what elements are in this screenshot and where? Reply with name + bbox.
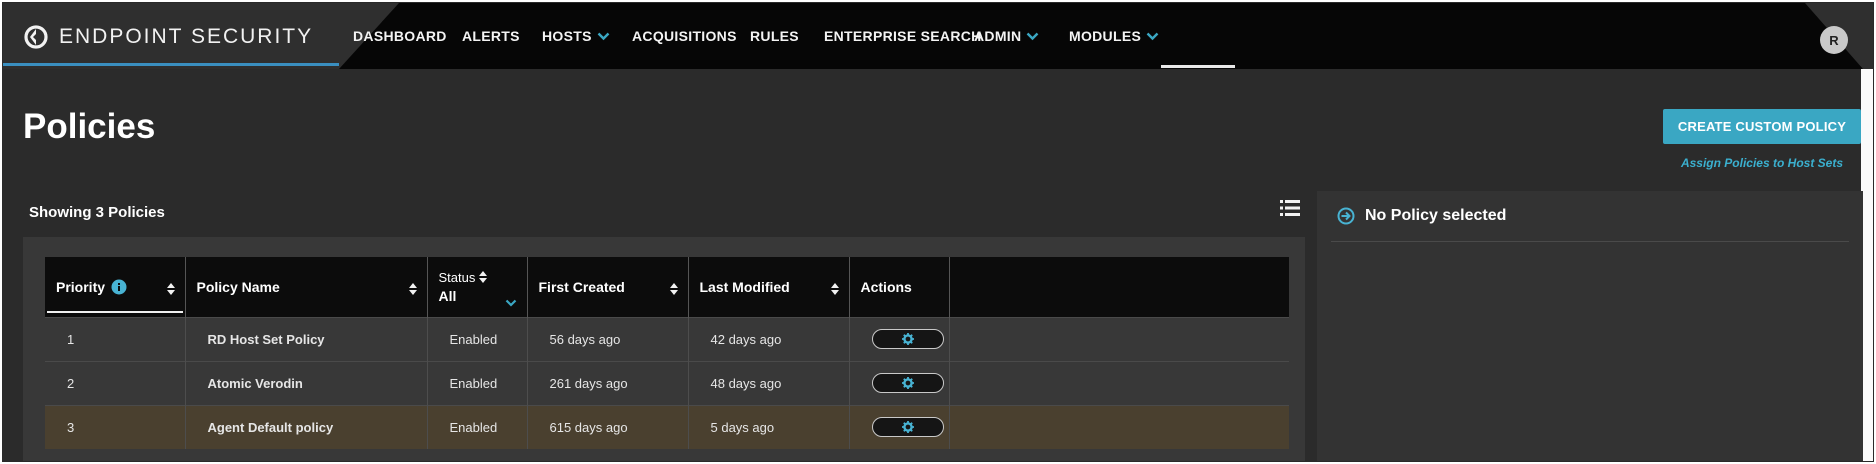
row-last-modified: 5 days ago [688,404,850,449]
row-actions-cell [849,404,950,449]
gear-icon [901,377,914,389]
policies-table-panel: Priority Policy Name Status All First Cr… [23,237,1305,461]
endpoint-logo-icon [24,25,48,49]
nav-active-indicator [1161,65,1235,68]
row-actions-button[interactable] [871,417,944,438]
row-policy-name-link[interactable]: Agent Default policy [185,404,428,449]
row-actions-button[interactable] [871,373,944,393]
row-first-created: 56 days ago [527,316,689,361]
brand[interactable]: ENDPOINT SECURITY [23,23,313,51]
last-modified-header-label: Last Modified [699,278,790,295]
top-navbar: ENDPOINT SECURITY DASHBOARD ALERTS HOSTS… [3,3,1873,69]
nav-dashboard[interactable]: DASHBOARD [353,28,447,44]
row-spacer [949,360,1289,405]
app-frame: ENDPOINT SECURITY DASHBOARD ALERTS HOSTS… [2,2,1874,462]
sort-icon[interactable] [830,283,839,295]
list-view-icon[interactable] [1280,199,1300,217]
detail-heading: No Policy selected [1337,207,1506,225]
column-header-policy-name[interactable]: Policy Name [185,257,428,317]
row-actions-button[interactable] [871,329,944,349]
arrow-circle-right-icon [1337,207,1355,225]
nav-alerts-label: ALERTS [462,28,520,44]
nav-enterprise-search-label: ENTERPRISE SEARCH [824,28,982,44]
nav-hosts[interactable]: HOSTS [542,28,610,44]
sort-icon[interactable] [479,271,488,284]
chevron-down-icon [1146,32,1159,40]
column-header-last-modified[interactable]: Last Modified [688,257,850,317]
assign-policies-link[interactable]: Assign Policies to Host Sets [1681,156,1843,170]
active-sort-indicator [47,310,183,313]
brand-underline [3,63,339,66]
column-header-priority[interactable]: Priority [45,257,186,317]
row-first-created: 261 days ago [527,360,689,405]
row-last-modified: 42 days ago [688,316,850,361]
column-header-first-created[interactable]: First Created [527,257,689,317]
actions-header-label: Actions [860,278,912,295]
nav-dashboard-label: DASHBOARD [353,28,447,44]
policies-table: Priority Policy Name Status All First Cr… [45,257,1289,449]
row-first-created: 615 days ago [527,404,689,449]
row-status: Enabled [427,360,528,405]
nav-acquisitions[interactable]: ACQUISITIONS [632,28,737,44]
info-icon[interactable] [111,279,127,295]
policy-count-label: Showing 3 Policies [29,204,165,221]
user-avatar[interactable]: R [1820,26,1848,54]
page-title: Policies [23,107,156,146]
priority-header-label: Priority [56,278,106,295]
nav-rules[interactable]: RULES [750,28,799,44]
row-priority: 2 [45,360,186,405]
row-spacer [949,316,1289,361]
nav-enterprise-search[interactable]: ENTERPRISE SEARCH [824,28,982,44]
gear-icon [901,421,914,434]
chevron-down-icon[interactable] [505,299,517,307]
table-row[interactable]: 1 RD Host Set Policy Enabled 56 days ago… [45,316,1289,361]
row-status: Enabled [427,404,528,449]
row-status: Enabled [427,316,528,361]
detail-heading-text: No Policy selected [1365,207,1507,224]
table-row[interactable]: 2 Atomic Verodin Enabled 261 days ago 48… [45,360,1289,405]
policy-detail-panel: No Policy selected [1317,191,1863,461]
nav-modules[interactable]: MODULES [1069,28,1159,44]
brand-name: ENDPOINT SECURITY [59,25,314,48]
row-last-modified: 48 days ago [688,360,850,405]
column-header-status[interactable]: Status All [427,257,528,317]
nav-admin[interactable]: ADMIN [974,28,1039,44]
row-policy-name-link[interactable]: Atomic Verodin [185,360,428,405]
row-policy-name-link[interactable]: RD Host Set Policy [185,316,428,361]
table-header-row: Priority Policy Name Status All First Cr… [45,257,1289,317]
nav-alerts[interactable]: ALERTS [462,28,520,44]
row-actions-cell [849,360,950,405]
nav-modules-label: MODULES [1069,28,1142,44]
nav-rules-label: RULES [750,28,799,44]
first-created-header-label: First Created [538,278,625,295]
gear-icon [901,333,914,345]
table-row-selected[interactable]: 3 Agent Default policy Enabled 615 days … [45,404,1289,449]
create-custom-policy-button[interactable]: CREATE CUSTOM POLICY [1663,109,1861,144]
status-header-label: Status [438,269,476,285]
chevron-down-icon [597,32,610,40]
column-header-spacer [949,257,1289,317]
row-priority: 1 [45,316,186,361]
nav-admin-label: ADMIN [974,28,1022,44]
sort-icon[interactable] [669,283,678,295]
sort-icon[interactable] [408,283,417,295]
chevron-down-icon [1027,32,1039,40]
row-spacer [949,404,1289,449]
sort-icon[interactable] [166,283,175,295]
row-priority: 3 [45,404,186,449]
column-header-actions: Actions [849,257,950,317]
nav-hosts-label: HOSTS [542,28,592,44]
detail-divider [1331,241,1849,242]
nav-acquisitions-label: ACQUISITIONS [632,28,737,44]
policy-name-header-label: Policy Name [196,278,280,295]
row-actions-cell [849,316,950,361]
